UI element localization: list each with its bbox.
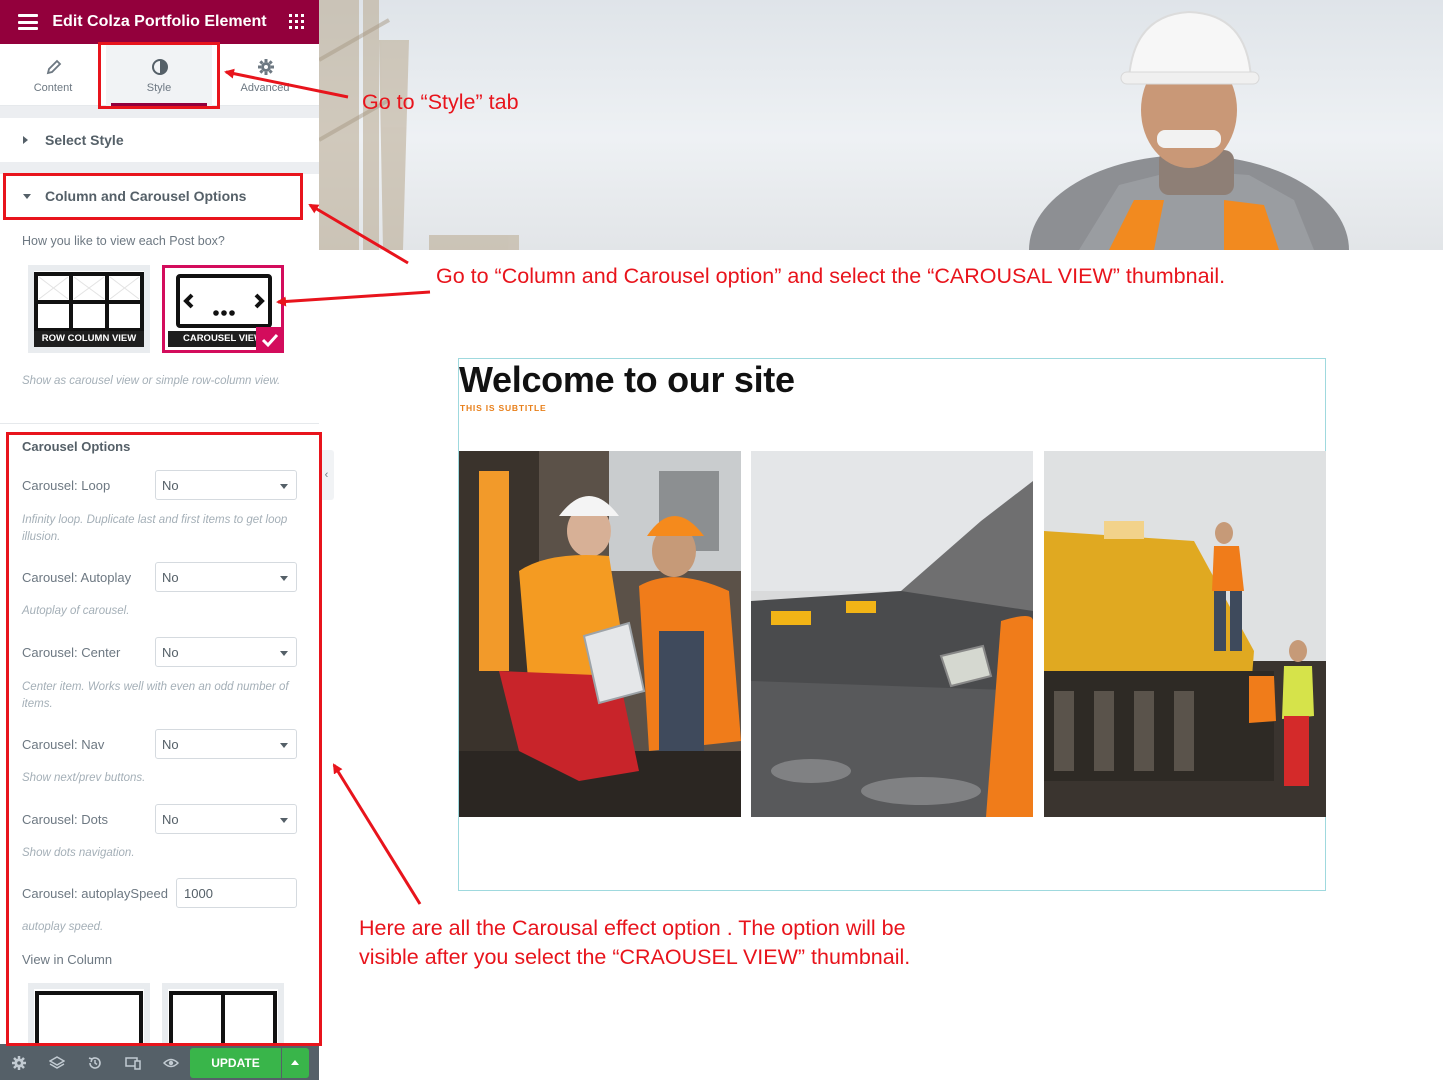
caret-down-icon xyxy=(23,194,31,199)
carousel-loop-description: Infinity loop. Duplicate last and first … xyxy=(22,514,288,543)
carousel-speed-description: autoplay speed. xyxy=(22,921,104,933)
thumbnail-row-column-label: ROW COLUMN VIEW xyxy=(34,331,144,347)
pencil-icon xyxy=(46,59,62,75)
carousel-nav-description: Show next/prev buttons. xyxy=(22,772,146,784)
portfolio-image-3[interactable] xyxy=(1044,451,1326,817)
section-column-carousel-label: Column and Carousel Options xyxy=(45,188,247,204)
carousel-loop-select[interactable]: No xyxy=(155,470,297,500)
eye-icon[interactable] xyxy=(163,1055,179,1071)
tab-style[interactable]: Style xyxy=(106,44,212,106)
carousel-options-heading: Carousel Options xyxy=(22,439,131,454)
carousel-dots-label: Carousel: Dots xyxy=(22,812,108,827)
divider xyxy=(0,162,319,174)
annotation-style-tab: Go to “Style” tab xyxy=(362,90,519,114)
annotation-carousel-effects-line1: Here are all the Carousal effect option … xyxy=(359,916,906,940)
checkmark-icon xyxy=(256,327,284,353)
carousel-speed-label: Carousel: autoplaySpeed xyxy=(22,886,168,901)
carousel-dots-select[interactable]: No xyxy=(155,804,297,834)
divider xyxy=(0,106,319,118)
tab-content-label: Content xyxy=(33,82,73,94)
update-button[interactable]: UPDATE xyxy=(190,1048,281,1078)
tab-advanced-label: Advanced xyxy=(240,82,290,94)
two-column-icon xyxy=(168,989,278,1055)
update-options-button[interactable] xyxy=(282,1048,309,1078)
carousel-speed-input[interactable]: 1000 xyxy=(176,878,297,908)
editor-header: Edit Colza Portfolio Element xyxy=(0,0,319,44)
layers-icon[interactable] xyxy=(49,1055,65,1071)
section-column-carousel[interactable]: Column and Carousel Options xyxy=(0,174,319,218)
panel-tabs: Content Style Advanced xyxy=(0,44,319,106)
widgets-grid-icon[interactable] xyxy=(289,14,304,29)
section-select-style-label: Select Style xyxy=(45,132,124,148)
carousel-layout-icon xyxy=(176,274,272,328)
preview-subtitle: THIS IS SUBTITLE xyxy=(460,403,547,413)
carousel-autoplay-select[interactable]: No xyxy=(155,562,297,592)
responsive-icon[interactable] xyxy=(125,1055,141,1071)
annotation-carousel-option: Go to “Column and Carousel option” and s… xyxy=(436,264,1226,288)
one-column-icon xyxy=(34,989,144,1055)
tab-style-label: Style xyxy=(146,82,172,94)
portfolio-image-2[interactable] xyxy=(751,451,1033,817)
thumbnail-two-column[interactable] xyxy=(162,983,284,1055)
view-description: Show as carousel view or simple row-colu… xyxy=(22,375,281,387)
contrast-icon xyxy=(152,59,168,75)
divider xyxy=(0,423,319,424)
preview-title: Welcome to our site xyxy=(459,359,795,400)
carousel-center-label: Carousel: Center xyxy=(22,645,121,660)
thumbnail-one-column[interactable] xyxy=(28,983,150,1055)
thumbnail-carousel-view[interactable]: CAROUSEL VIEW xyxy=(162,265,284,353)
carousel-autoplay-description: Autoplay of carousel. xyxy=(22,605,130,617)
view-in-column-label: View in Column xyxy=(22,952,113,967)
settings-icon[interactable] xyxy=(11,1055,27,1071)
portfolio-image-1[interactable] xyxy=(459,451,741,817)
grid-layout-icon xyxy=(34,272,144,332)
editor-title: Edit Colza Portfolio Element xyxy=(52,13,267,30)
hero-banner-image xyxy=(319,0,1443,250)
portfolio-preview: Welcome to our site THIS IS SUBTITLE xyxy=(458,358,1326,891)
annotation-carousel-effects-line2: visible after you select the “CRAOUSEL V… xyxy=(359,945,911,969)
thumbnail-row-column-view[interactable]: ROW COLUMN VIEW xyxy=(28,265,150,353)
history-icon[interactable] xyxy=(87,1055,103,1071)
section-select-style[interactable]: Select Style xyxy=(0,118,319,162)
carousel-center-select[interactable]: No xyxy=(155,637,297,667)
tab-content[interactable]: Content xyxy=(0,44,106,106)
carousel-dots-description: Show dots navigation. xyxy=(22,847,135,859)
collapse-panel-toggle[interactable]: ‹ xyxy=(319,450,334,500)
carousel-nav-label: Carousel: Nav xyxy=(22,737,105,752)
gear-icon xyxy=(258,59,274,75)
carousel-loop-label: Carousel: Loop xyxy=(22,478,111,493)
tab-advanced[interactable]: Advanced xyxy=(212,44,318,106)
carousel-center-description: Center item. Works well with even an odd… xyxy=(22,681,289,710)
caret-right-icon xyxy=(23,136,28,144)
carousel-autoplay-label: Carousel: Autoplay xyxy=(22,570,132,585)
editor-panel: Edit Colza Portfolio Element Content Sty… xyxy=(0,0,319,1080)
view-question-label: How you like to view each Post box? xyxy=(22,234,225,248)
carousel-nav-select[interactable]: No xyxy=(155,729,297,759)
editor-footer: UPDATE xyxy=(0,1044,319,1080)
